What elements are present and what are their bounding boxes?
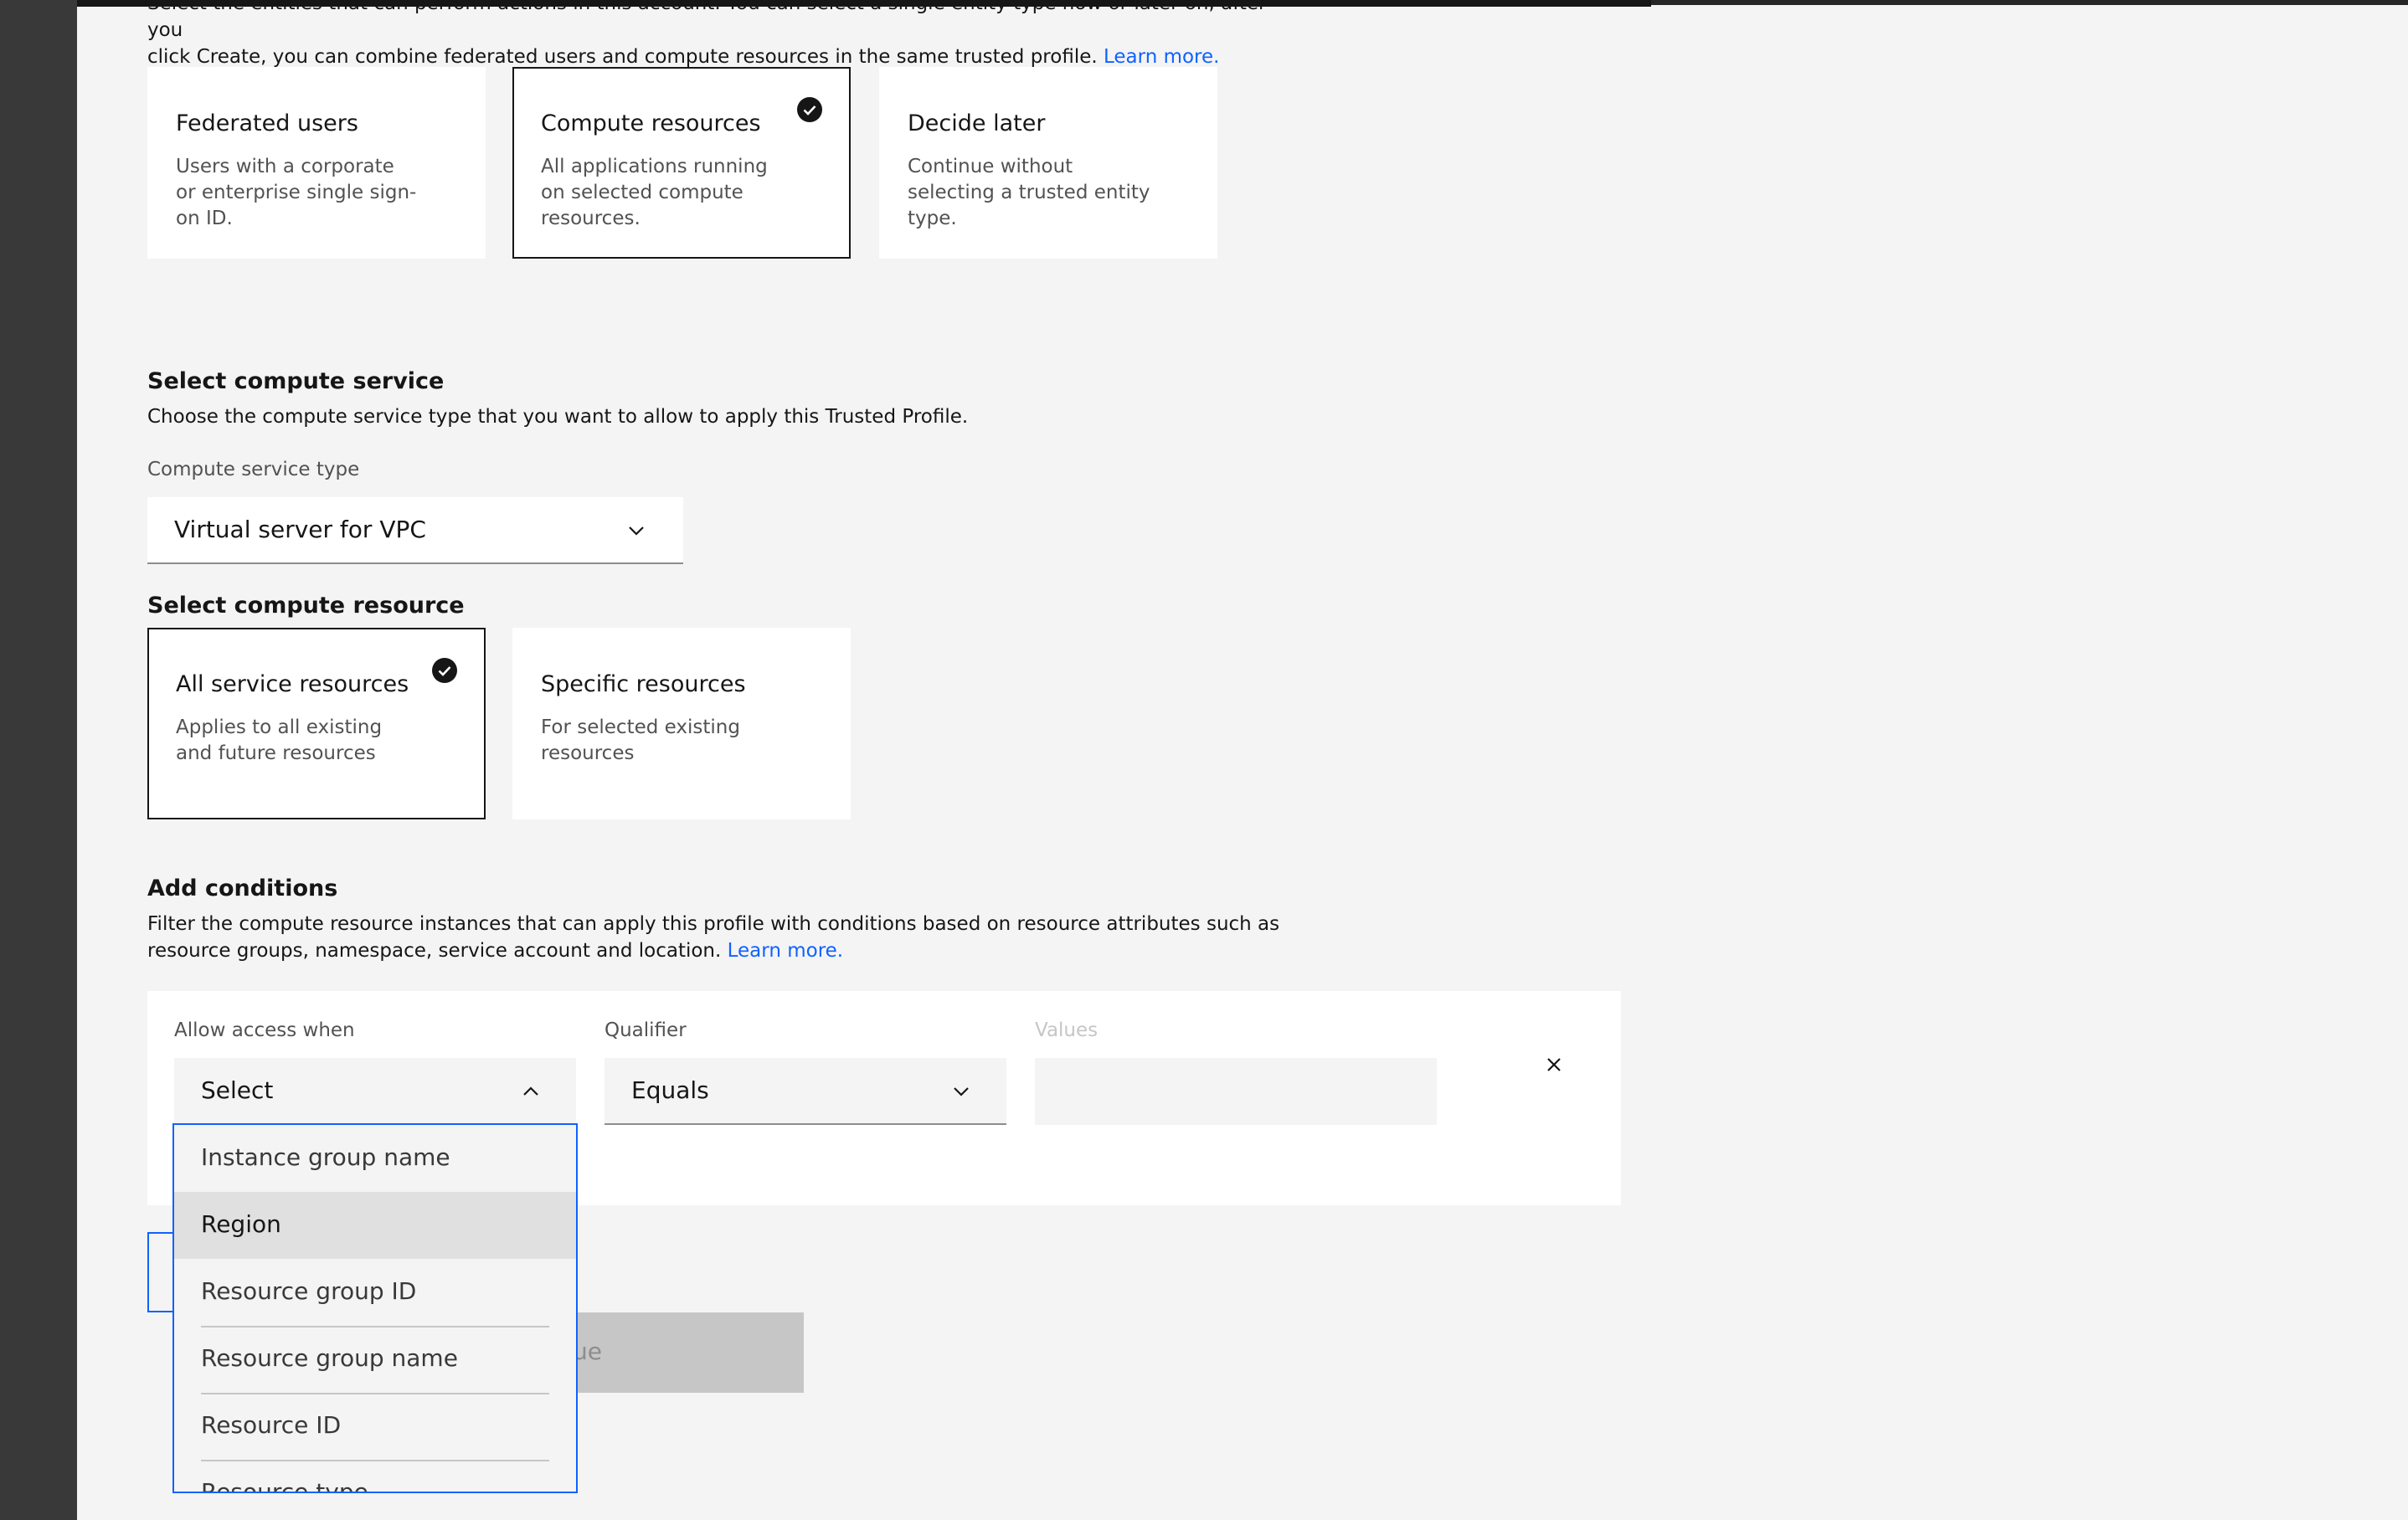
tile-federated-users[interactable]: Federated users Users with a corporate o… (147, 67, 486, 259)
allow-access-dropdown[interactable]: Select (174, 1058, 576, 1125)
allow-access-menu: Instance group name Region Resource grou… (172, 1123, 578, 1493)
tile-compute-resources[interactable]: Compute resources All applications runni… (512, 67, 851, 259)
values-label: Values (1035, 1019, 1099, 1041)
left-rail (0, 0, 77, 1520)
conditions-learn-more-link[interactable]: Learn more. (728, 940, 843, 962)
menu-option-resource-group-name[interactable]: Resource group name (174, 1326, 576, 1393)
tile-all-service-resources[interactable]: All service resources Applies to all exi… (147, 628, 486, 819)
conditions-heading: Add conditions (147, 876, 338, 901)
tile-description: Applies to all existing and future resou… (176, 716, 383, 764)
qualifier-value: Equals (631, 1076, 709, 1104)
intro-text: Select the entities that can perform act… (147, 0, 1303, 70)
compute-resource-heading: Select compute resource (147, 593, 465, 619)
menu-option-instance-group-name[interactable]: Instance group name (174, 1125, 576, 1192)
tile-title: Decide later (908, 110, 1046, 136)
tile-specific-resources[interactable]: Specific resources For selected existing… (512, 628, 851, 819)
tile-description: Users with a corporate or enterprise sin… (176, 156, 417, 229)
menu-option-resource-group-id[interactable]: Resource group ID (174, 1259, 576, 1326)
menu-option-resource-id[interactable]: Resource ID (174, 1393, 576, 1460)
checkmark-filled-icon (797, 97, 822, 122)
menu-divider (201, 1393, 549, 1394)
menu-divider (201, 1326, 549, 1327)
values-input[interactable] (1035, 1058, 1437, 1125)
chevron-up-icon (523, 1086, 538, 1096)
allow-access-value: Select (201, 1076, 274, 1104)
chevron-down-icon (629, 526, 644, 536)
tile-description: All applications running on selected com… (541, 156, 768, 229)
conditions-helper: Filter the compute resource instances th… (147, 913, 1280, 962)
compute-service-type-value: Virtual server for VPC (174, 516, 426, 543)
top-strip-dark (1651, 0, 2408, 5)
compute-service-helper: Choose the compute service type that you… (147, 406, 969, 428)
tile-description: Continue without selecting a trusted ent… (908, 156, 1150, 229)
menu-option-region[interactable]: Region (174, 1192, 576, 1259)
qualifier-dropdown[interactable]: Equals (605, 1058, 1006, 1125)
tile-title: Compute resources (541, 110, 761, 136)
tile-title: Specific resources (541, 671, 746, 697)
tile-decide-later[interactable]: Decide later Continue without selecting … (879, 67, 1217, 259)
qualifier-label: Qualifier (605, 1019, 687, 1041)
menu-divider (201, 1460, 549, 1461)
tile-description: For selected existing resources (541, 716, 740, 764)
close-icon[interactable] (1544, 1055, 1564, 1075)
learn-more-link[interactable]: Learn more. (1104, 46, 1219, 68)
intro-line-1: Select the entities that can perform act… (147, 0, 1267, 41)
compute-service-type-dropdown[interactable]: Virtual server for VPC (147, 497, 683, 564)
compute-service-heading: Select compute service (147, 368, 445, 394)
tile-title: Federated users (176, 110, 358, 136)
allow-access-label: Allow access when (174, 1019, 355, 1041)
tile-title: All service resources (176, 671, 409, 697)
menu-option-resource-type[interactable]: Resource type (174, 1460, 576, 1492)
checkmark-filled-icon (432, 658, 457, 683)
compute-service-type-label: Compute service type (147, 459, 360, 480)
chevron-down-icon (954, 1087, 969, 1096)
